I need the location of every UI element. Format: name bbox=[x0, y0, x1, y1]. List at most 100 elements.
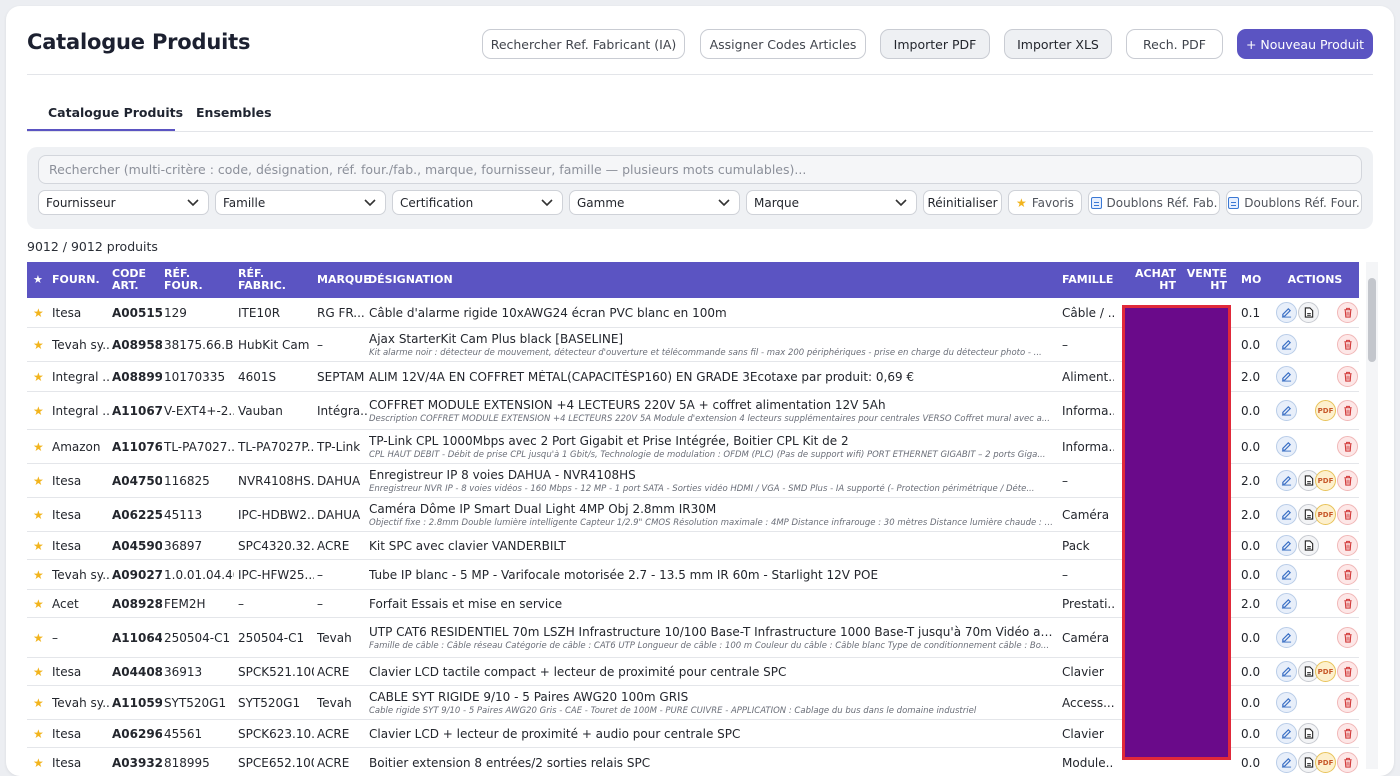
edit-icon[interactable] bbox=[1276, 366, 1297, 387]
assign-codes-button[interactable]: Assigner Codes Articles bbox=[700, 29, 866, 59]
col-designation[interactable]: DÉSIGNATION bbox=[368, 262, 453, 298]
cell-mo: 0.0 bbox=[1241, 695, 1261, 710]
cell-code: A11064 bbox=[112, 630, 162, 645]
filter-gamme[interactable]: Gamme bbox=[569, 190, 740, 215]
favorite-star-icon[interactable]: ★ bbox=[33, 498, 47, 531]
search-input[interactable]: Rechercher (multi-critère : code, désign… bbox=[38, 155, 1362, 184]
cell-ref-four: 250504-C1 bbox=[164, 630, 231, 645]
duplicates-fab-button[interactable]: Doublons Réf. Fab. bbox=[1088, 190, 1220, 215]
favorite-star-icon[interactable]: ★ bbox=[33, 532, 47, 559]
document-icon[interactable] bbox=[1298, 723, 1319, 744]
cell-ref-four: 36897 bbox=[164, 538, 203, 553]
cell-ref-fab: IPC-HFW25... bbox=[238, 567, 314, 582]
tabs-divider bbox=[27, 131, 1373, 132]
trash-icon[interactable] bbox=[1337, 593, 1358, 614]
cell-mo: 0.0 bbox=[1241, 664, 1261, 679]
col-fourn[interactable]: FOURN. bbox=[52, 262, 100, 298]
edit-icon[interactable] bbox=[1276, 334, 1297, 355]
trash-icon[interactable] bbox=[1337, 627, 1358, 648]
favorite-star-icon[interactable]: ★ bbox=[33, 560, 47, 589]
col-code[interactable]: CODE ART. bbox=[112, 262, 157, 298]
cell-mo: 0.0 bbox=[1241, 439, 1261, 454]
cell-code: A11076 bbox=[112, 439, 162, 454]
favorite-star-icon[interactable]: ★ bbox=[33, 658, 47, 685]
favorite-star-icon[interactable]: ★ bbox=[33, 430, 47, 463]
cell-mo: 2.0 bbox=[1241, 369, 1261, 384]
trash-icon[interactable] bbox=[1337, 436, 1358, 457]
filter-certification-label: Certification bbox=[400, 195, 474, 210]
new-product-button[interactable]: + Nouveau Produit bbox=[1237, 29, 1373, 59]
cell-famille: Prestati... bbox=[1062, 596, 1114, 611]
trash-icon[interactable] bbox=[1337, 564, 1358, 585]
edit-icon[interactable] bbox=[1276, 436, 1297, 457]
import-xls-button[interactable]: Importer XLS bbox=[1004, 29, 1112, 59]
cell-famille: Informa... bbox=[1062, 403, 1114, 418]
designation-text: Forfait Essais et mise en service bbox=[369, 596, 563, 611]
trash-icon[interactable] bbox=[1337, 470, 1358, 491]
cell-ref-four: 38175.66.BL1 bbox=[164, 337, 234, 352]
duplicates-four-button[interactable]: Doublons Réf. Four. bbox=[1226, 190, 1362, 215]
edit-icon[interactable] bbox=[1276, 692, 1297, 713]
edit-icon[interactable] bbox=[1276, 661, 1297, 682]
trash-icon[interactable] bbox=[1337, 400, 1358, 421]
cell-code: A04750 bbox=[112, 473, 162, 488]
trash-icon[interactable] bbox=[1337, 661, 1358, 682]
edit-icon[interactable] bbox=[1276, 564, 1297, 585]
document-icon[interactable] bbox=[1298, 302, 1319, 323]
tab-catalogue[interactable]: Catalogue Produits bbox=[48, 105, 183, 120]
document-icon[interactable] bbox=[1298, 535, 1319, 556]
designation-description: Objectif fixe : 2.8mm Double lumière int… bbox=[369, 517, 1057, 528]
edit-icon[interactable] bbox=[1276, 504, 1297, 525]
cell-ref-fab: 4601S bbox=[238, 369, 277, 384]
filter-fournisseur[interactable]: Fournisseur bbox=[38, 190, 209, 215]
favorite-star-icon[interactable]: ★ bbox=[33, 464, 47, 497]
filter-certification[interactable]: Certification bbox=[392, 190, 563, 215]
trash-icon[interactable] bbox=[1337, 302, 1358, 323]
favorite-star-icon[interactable]: ★ bbox=[33, 298, 47, 327]
edit-icon[interactable] bbox=[1276, 593, 1297, 614]
import-pdf-button[interactable]: Importer PDF bbox=[880, 29, 990, 59]
favorites-button[interactable]: ★ Favoris bbox=[1008, 190, 1082, 215]
col-vente[interactable]: VENTE HT bbox=[1177, 262, 1227, 298]
edit-icon[interactable] bbox=[1276, 723, 1297, 744]
cell-fourn: Amazon bbox=[52, 439, 101, 454]
trash-icon[interactable] bbox=[1337, 535, 1358, 556]
favorite-star-icon[interactable]: ★ bbox=[33, 748, 47, 776]
edit-icon[interactable] bbox=[1276, 470, 1297, 491]
tab-ensembles[interactable]: Ensembles bbox=[196, 105, 272, 120]
trash-icon[interactable] bbox=[1337, 366, 1358, 387]
reset-filters-button[interactable]: Réinitialiser bbox=[923, 190, 1002, 215]
pdf-icon[interactable]: PDF bbox=[1315, 470, 1336, 491]
col-famille[interactable]: FAMILLE bbox=[1062, 262, 1113, 298]
favorite-star-icon[interactable]: ★ bbox=[33, 362, 47, 391]
cell-designation: TP-Link CPL 1000Mbps avec 2 Port Gigabit… bbox=[369, 430, 1057, 463]
trash-icon[interactable] bbox=[1337, 334, 1358, 355]
col-ref-fab[interactable]: RÉF. FABRIC. bbox=[238, 262, 293, 298]
favorite-star-icon[interactable]: ★ bbox=[33, 720, 47, 747]
edit-icon[interactable] bbox=[1276, 400, 1297, 421]
pdf-icon[interactable]: PDF bbox=[1315, 400, 1336, 421]
col-ref-four[interactable]: RÉF. FOUR. bbox=[164, 262, 219, 298]
favorite-star-icon[interactable]: ★ bbox=[33, 392, 47, 429]
col-achat[interactable]: ACHAT HT bbox=[1120, 262, 1176, 298]
edit-icon[interactable] bbox=[1276, 302, 1297, 323]
search-pdf-button[interactable]: Rech. PDF bbox=[1126, 29, 1223, 59]
col-star[interactable]: ★ bbox=[33, 262, 43, 298]
favorite-star-icon[interactable]: ★ bbox=[33, 618, 47, 657]
filter-marque[interactable]: Marque bbox=[746, 190, 917, 215]
col-mo[interactable]: MO bbox=[1241, 262, 1261, 298]
pdf-icon[interactable]: PDF bbox=[1315, 504, 1336, 525]
favorite-star-icon[interactable]: ★ bbox=[33, 686, 47, 719]
filter-famille[interactable]: Famille bbox=[215, 190, 386, 215]
edit-icon[interactable] bbox=[1276, 535, 1297, 556]
pdf-icon[interactable]: PDF bbox=[1315, 661, 1336, 682]
trash-icon[interactable] bbox=[1337, 723, 1358, 744]
favorite-star-icon[interactable]: ★ bbox=[33, 590, 47, 617]
col-marque[interactable]: MARQUE bbox=[317, 262, 371, 298]
search-ai-button[interactable]: Rechercher Ref. Fabricant (IA) bbox=[482, 29, 685, 59]
edit-icon[interactable] bbox=[1276, 627, 1297, 648]
favorite-star-icon[interactable]: ★ bbox=[33, 328, 47, 361]
table-scrollbar-thumb[interactable] bbox=[1368, 278, 1376, 362]
trash-icon[interactable] bbox=[1337, 692, 1358, 713]
trash-icon[interactable] bbox=[1337, 504, 1358, 525]
